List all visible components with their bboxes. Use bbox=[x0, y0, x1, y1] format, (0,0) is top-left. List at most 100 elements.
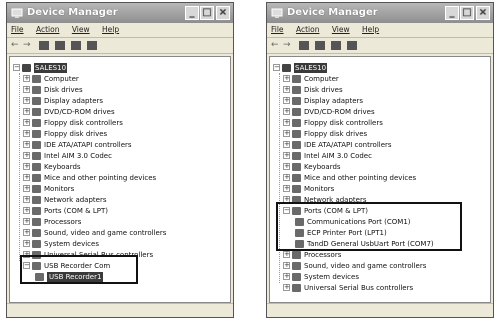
forward-arrow-icon[interactable]: → bbox=[23, 41, 33, 50]
menu-action[interactable]: Action bbox=[296, 25, 320, 34]
computer-icon bbox=[22, 64, 31, 72]
expand-icon[interactable]: + bbox=[23, 207, 30, 214]
expand-icon[interactable]: + bbox=[283, 185, 290, 192]
title-bar[interactable]: Device Manager _ □ × bbox=[267, 3, 493, 23]
computer-icon bbox=[32, 75, 41, 83]
window-title: Device Manager bbox=[287, 7, 378, 18]
expand-icon[interactable]: + bbox=[23, 130, 30, 137]
collapse-icon[interactable]: − bbox=[13, 64, 20, 71]
expand-icon[interactable]: + bbox=[283, 251, 290, 258]
expand-icon[interactable]: + bbox=[23, 240, 30, 247]
properties-icon[interactable] bbox=[299, 41, 309, 50]
highlight-box bbox=[20, 255, 138, 284]
disk-drive-icon bbox=[32, 86, 41, 94]
scan-hardware-icon[interactable] bbox=[347, 41, 357, 50]
ide-controller-icon bbox=[292, 141, 301, 149]
back-arrow-icon[interactable]: ← bbox=[11, 41, 21, 50]
menu-view[interactable]: View bbox=[332, 25, 350, 34]
expand-icon[interactable]: + bbox=[283, 108, 290, 115]
device-tree: − SALES10 + Computer + Disk drives + Displa… bbox=[9, 56, 231, 303]
sound-icon bbox=[32, 229, 41, 237]
help-icon[interactable] bbox=[71, 41, 81, 50]
expand-icon[interactable]: + bbox=[283, 163, 290, 170]
highlight-box bbox=[276, 202, 462, 251]
expand-icon[interactable]: + bbox=[23, 163, 30, 170]
expand-icon[interactable]: + bbox=[283, 141, 290, 148]
expand-icon[interactable]: + bbox=[283, 152, 290, 159]
minimize-button[interactable]: _ bbox=[185, 6, 199, 20]
minimize-button[interactable]: _ bbox=[445, 6, 459, 20]
device-manager-icon bbox=[271, 7, 283, 18]
codec-icon bbox=[32, 152, 41, 160]
menu-help[interactable]: Help bbox=[102, 25, 119, 34]
dvd-drive-icon bbox=[32, 108, 41, 116]
disk-drive-icon bbox=[292, 86, 301, 94]
expand-icon[interactable]: + bbox=[23, 119, 30, 126]
expand-icon[interactable]: + bbox=[23, 97, 30, 104]
expand-icon[interactable]: + bbox=[23, 86, 30, 93]
processor-icon bbox=[292, 251, 301, 259]
sound-icon bbox=[292, 262, 301, 270]
collapse-icon[interactable]: − bbox=[273, 64, 280, 71]
expand-icon[interactable]: + bbox=[23, 141, 30, 148]
codec-icon bbox=[292, 152, 301, 160]
expand-icon[interactable]: + bbox=[283, 119, 290, 126]
maximize-button[interactable]: □ bbox=[200, 6, 214, 20]
device-manager-window-right: Device Manager _ □ × File Action View He… bbox=[266, 2, 494, 318]
expand-icon[interactable]: + bbox=[23, 75, 30, 82]
expand-icon[interactable]: + bbox=[23, 185, 30, 192]
computer-icon bbox=[282, 64, 291, 72]
title-bar[interactable]: Device Manager _ □ × bbox=[7, 3, 233, 23]
scan-hardware-icon[interactable] bbox=[87, 41, 97, 50]
mouse-icon bbox=[292, 174, 301, 182]
expand-icon[interactable]: + bbox=[23, 108, 30, 115]
menu-file[interactable]: File bbox=[271, 25, 284, 34]
print-icon[interactable] bbox=[315, 41, 325, 50]
menu-action[interactable]: Action bbox=[36, 25, 60, 34]
close-button[interactable]: × bbox=[476, 6, 490, 20]
device-manager-icon bbox=[11, 7, 23, 18]
expand-icon[interactable]: + bbox=[23, 218, 30, 225]
expand-icon[interactable]: + bbox=[283, 284, 290, 291]
floppy-controller-icon bbox=[32, 119, 41, 127]
expand-icon[interactable]: + bbox=[23, 152, 30, 159]
keyboard-icon bbox=[292, 163, 301, 171]
status-bar bbox=[267, 303, 493, 317]
network-adapter-icon bbox=[32, 196, 41, 204]
expand-icon[interactable]: + bbox=[283, 262, 290, 269]
tree-connector bbox=[279, 73, 280, 283]
expand-icon[interactable]: + bbox=[23, 174, 30, 181]
expand-icon[interactable]: + bbox=[283, 130, 290, 137]
expand-icon[interactable]: + bbox=[283, 174, 290, 181]
expand-icon[interactable]: + bbox=[23, 229, 30, 236]
forward-arrow-icon[interactable]: → bbox=[283, 41, 293, 50]
floppy-drive-icon bbox=[32, 130, 41, 138]
device-manager-window-left: Device Manager _ □ × File Action View He… bbox=[6, 2, 234, 318]
keyboard-icon bbox=[32, 163, 41, 171]
print-icon[interactable] bbox=[55, 41, 65, 50]
monitor-icon bbox=[292, 185, 301, 193]
usb-controller-icon bbox=[292, 284, 301, 292]
back-arrow-icon[interactable]: ← bbox=[271, 41, 281, 50]
dvd-drive-icon bbox=[292, 108, 301, 116]
expand-icon[interactable]: + bbox=[283, 97, 290, 104]
window-title: Device Manager bbox=[27, 7, 118, 18]
maximize-button[interactable]: □ bbox=[460, 6, 474, 20]
floppy-drive-icon bbox=[292, 130, 301, 138]
device-tree: − SALES10 + Computer + Disk drives + Displa… bbox=[269, 56, 491, 303]
close-button[interactable]: × bbox=[216, 6, 230, 20]
expand-icon[interactable]: + bbox=[283, 75, 290, 82]
expand-icon[interactable]: + bbox=[283, 273, 290, 280]
menu-file[interactable]: File bbox=[11, 25, 24, 34]
computer-icon bbox=[292, 75, 301, 83]
display-adapter-icon bbox=[292, 97, 301, 105]
menu-help[interactable]: Help bbox=[362, 25, 379, 34]
menu-view[interactable]: View bbox=[72, 25, 90, 34]
help-icon[interactable] bbox=[331, 41, 341, 50]
ide-controller-icon bbox=[32, 141, 41, 149]
monitor-icon bbox=[32, 185, 41, 193]
expand-icon[interactable]: + bbox=[23, 196, 30, 203]
expand-icon[interactable]: + bbox=[283, 86, 290, 93]
properties-icon[interactable] bbox=[39, 41, 49, 50]
menu-bar: File Action View Help bbox=[267, 23, 493, 37]
